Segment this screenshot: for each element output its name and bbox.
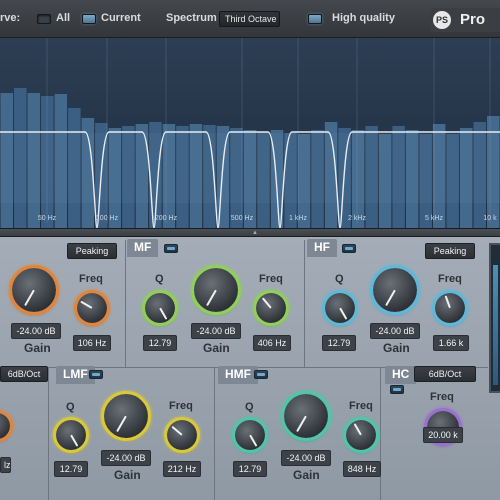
hmf-q-label: Q <box>245 401 254 413</box>
hmf-band-label: HMF <box>218 366 258 384</box>
mf-freq-knob[interactable] <box>253 290 289 326</box>
lm-freq-knob[interactable] <box>74 290 110 326</box>
all-label: All <box>56 12 71 24</box>
divider <box>380 367 381 500</box>
hf-freq-value[interactable]: 1.66 k <box>433 335 469 351</box>
collapse-arrow-icon[interactable]: ▲ <box>252 230 258 236</box>
hf-q-label: Q <box>335 273 344 285</box>
lm-gain-value[interactable]: -24.00 dB <box>11 323 61 339</box>
hmf-freq-knob[interactable] <box>343 417 379 453</box>
hf-band-label: HF <box>307 239 337 257</box>
hmf-gain-label: Gain <box>293 468 320 482</box>
spectrum-display[interactable]: 50 Hz 100 Hz 200 Hz 500 Hz 1 kHz 2 kHz 5 kHz 10… <box>0 38 500 228</box>
lm-gain-knob[interactable] <box>9 265 59 315</box>
divider <box>48 367 49 500</box>
lm-gain-label: Gain <box>24 341 51 355</box>
high-quality-toggle[interactable] <box>308 14 322 24</box>
toolbar: rve: All Current Spectrum Third Octave H… <box>0 0 500 38</box>
lmf-q-value[interactable]: 12.79 <box>54 461 88 477</box>
lm-freq-label: Freq <box>79 273 103 285</box>
spectrum-bars <box>0 88 500 228</box>
hf-q-value[interactable]: 12.79 <box>322 335 356 351</box>
hf-q-knob[interactable] <box>322 290 358 326</box>
freq-label: 10 k <box>483 215 497 222</box>
mf-band-label: MF <box>127 239 159 257</box>
lm-freq-value[interactable]: 106 Hz <box>73 335 111 351</box>
hf-freq-knob[interactable] <box>432 290 468 326</box>
spectrum-select[interactable]: Third Octave <box>219 11 280 27</box>
divider <box>125 240 126 368</box>
hf-gain-label: Gain <box>383 341 410 355</box>
hf-mode-dropdown[interactable]: Peaking <box>425 243 475 259</box>
mf-gain-value[interactable]: -24.00 dB <box>191 323 241 339</box>
logo-mark-icon: PS <box>433 11 451 29</box>
freq-label: 50 Hz <box>38 215 57 222</box>
freq-label: 5 kHz <box>425 215 443 222</box>
freq-label: 500 Hz <box>231 215 254 222</box>
all-toggle[interactable] <box>37 14 51 24</box>
mf-enable-toggle[interactable] <box>164 244 178 253</box>
mf-gain-label: Gain <box>203 341 230 355</box>
hc-band-label: HC <box>385 366 417 384</box>
lmf-gain-label: Gain <box>114 468 141 482</box>
hmf-q-value[interactable]: 12.79 <box>233 461 267 477</box>
current-toggle[interactable] <box>82 14 96 24</box>
mf-q-knob[interactable] <box>142 290 178 326</box>
hc-slope-dropdown[interactable]: 6dB/Oct <box>414 366 476 382</box>
hmf-freq-label: Freq <box>349 400 373 412</box>
spectrum-shade <box>0 133 500 203</box>
hf-enable-toggle[interactable] <box>342 244 356 253</box>
spectrum-graph: 50 Hz 100 Hz 200 Hz 500 Hz 1 kHz 2 kHz 5 kHz 10… <box>0 38 500 228</box>
display-resize-handle[interactable]: ▲ <box>0 228 500 237</box>
lmf-gain-value[interactable]: -24.00 dB <box>101 450 151 466</box>
hmf-freq-value[interactable]: 848 Hz <box>343 461 381 477</box>
freq-label: 1 kHz <box>289 215 307 222</box>
current-label: Current <box>101 12 141 24</box>
lc-freq-knob[interactable] <box>0 410 13 442</box>
hmf-gain-knob[interactable] <box>281 391 331 441</box>
mf-freq-value[interactable]: 406 Hz <box>253 335 291 351</box>
hf-gain-value[interactable]: -24.00 dB <box>370 323 420 339</box>
freq-label: 200 Hz <box>155 215 178 222</box>
hf-gain-knob[interactable] <box>370 265 420 315</box>
freq-label: 100 Hz <box>96 215 119 222</box>
hc-freq-value[interactable]: 20.00 k <box>423 427 463 443</box>
lmf-freq-knob[interactable] <box>164 417 200 453</box>
mf-q-value[interactable]: 12.79 <box>143 335 177 351</box>
lmf-enable-toggle[interactable] <box>89 370 103 379</box>
lc-slope-dropdown[interactable]: 6dB/Oct <box>0 366 48 382</box>
hmf-gain-value[interactable]: -24.00 dB <box>281 450 331 466</box>
lmf-q-label: Q <box>66 401 75 413</box>
divider <box>214 367 215 500</box>
lmf-freq-value[interactable]: 212 Hz <box>163 461 201 477</box>
freq-label: 2 kHz <box>348 215 366 222</box>
output-meter <box>489 243 500 393</box>
presonus-logo: PS Pro <box>430 8 500 32</box>
hc-enable-toggle[interactable] <box>390 385 404 394</box>
mf-gain-knob[interactable] <box>191 265 241 315</box>
hmf-q-knob[interactable] <box>232 417 268 453</box>
hmf-enable-toggle[interactable] <box>254 370 268 379</box>
lm-mode-dropdown[interactable]: Peaking <box>67 243 117 259</box>
band-controls: Peaking -24.00 dB Gain Freq 106 Hz MF Q … <box>0 237 500 500</box>
hc-freq-label: Freq <box>430 391 454 403</box>
lmf-freq-label: Freq <box>169 400 193 412</box>
hf-freq-label: Freq <box>438 273 462 285</box>
lmf-gain-knob[interactable] <box>101 391 151 441</box>
spectrum-label: Spectrum <box>166 12 217 24</box>
lc-freq-value[interactable]: lz <box>0 457 11 473</box>
divider <box>304 240 305 368</box>
lmf-q-knob[interactable] <box>53 417 89 453</box>
logo-text: Pro <box>460 11 486 28</box>
mf-freq-label: Freq <box>259 273 283 285</box>
high-quality-label: High quality <box>332 12 395 24</box>
mf-q-label: Q <box>155 273 164 285</box>
curve-label: rve: <box>0 12 21 24</box>
